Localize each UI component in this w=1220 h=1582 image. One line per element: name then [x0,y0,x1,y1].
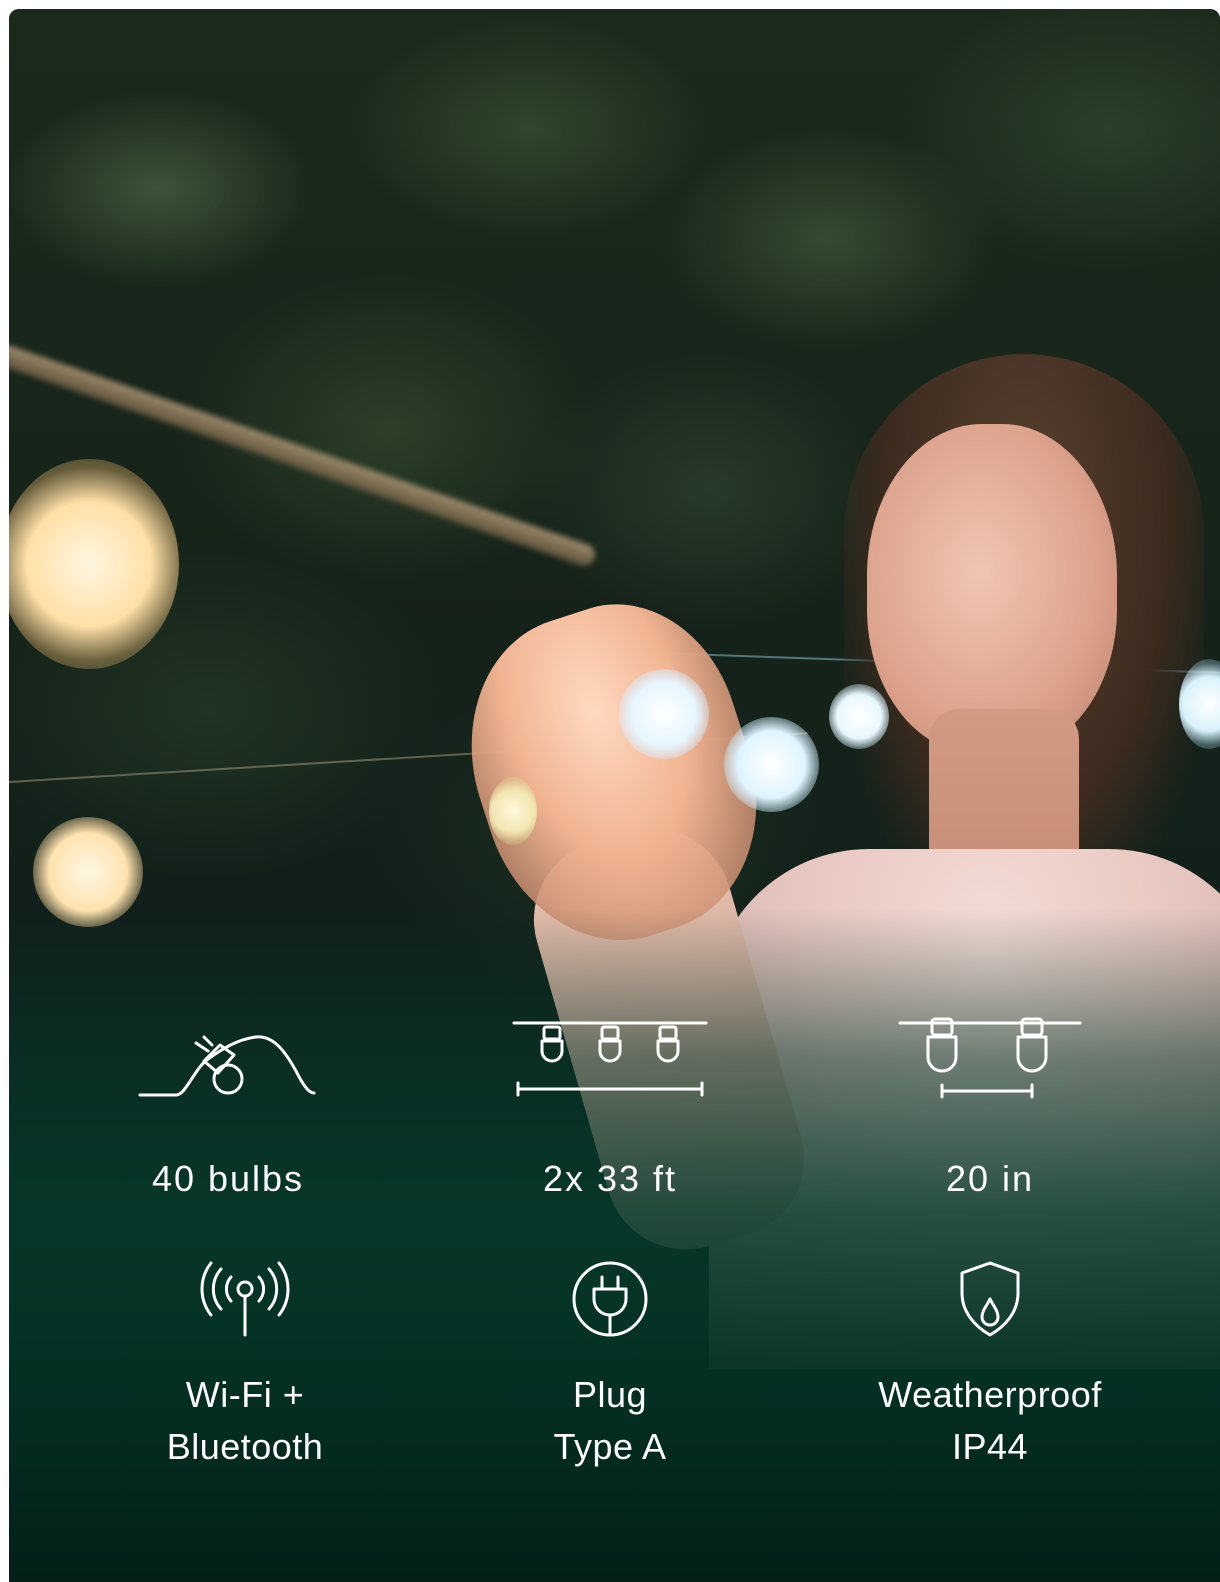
feature-string-length: 2x 33 ft [420,1011,800,1205]
feature-grid: 40 bulbs 2x 33 ft 20 in Wi-Fi + Bluetoot… [9,9,1220,1582]
feature-label: 40 bulbs [151,1158,305,1199]
feature-label-line: Plug [572,1374,648,1415]
two-bulbs-spacing-icon [898,1017,1082,1099]
feature-connectivity: Wi-Fi + Bluetooth [55,1249,435,1473]
feature-label-line: Wi-Fi + [185,1374,305,1415]
feature-plug-type: Plug Type A [420,1249,800,1473]
feature-icon-container [195,1249,295,1339]
feature-label: Plug Type A [553,1369,666,1473]
feature-icon-container [898,1011,1082,1101]
feature-icon-container [138,1011,318,1101]
water-shield-icon [960,1261,1020,1337]
feature-bulb-spacing: 20 in [800,1011,1180,1205]
feature-label: 2x 33 ft [542,1158,678,1199]
feature-icon-container [570,1249,650,1339]
feature-label-line: Weatherproof [878,1374,1102,1415]
feature-label-line: Bluetooth [166,1426,324,1467]
string-light-bulb-icon [138,1035,316,1097]
feature-bulb-count: 40 bulbs [38,1011,418,1205]
feature-label: 20 in [945,1158,1035,1199]
product-feature-card: 40 bulbs 2x 33 ft 20 in Wi-Fi + Bluetoot… [9,9,1220,1582]
feature-label-line: IP44 [951,1426,1029,1467]
feature-label: Weatherproof IP44 [878,1369,1101,1473]
feature-weatherproof: Weatherproof IP44 [800,1249,1180,1473]
wireless-signal-icon [200,1261,290,1337]
feature-label-line: Type A [553,1426,667,1467]
three-bulbs-length-icon [512,1021,708,1097]
feature-icon-container [512,1011,708,1101]
plug-icon [572,1261,648,1337]
feature-icon-container [956,1249,1024,1339]
feature-label: Wi-Fi + Bluetooth [167,1369,324,1473]
